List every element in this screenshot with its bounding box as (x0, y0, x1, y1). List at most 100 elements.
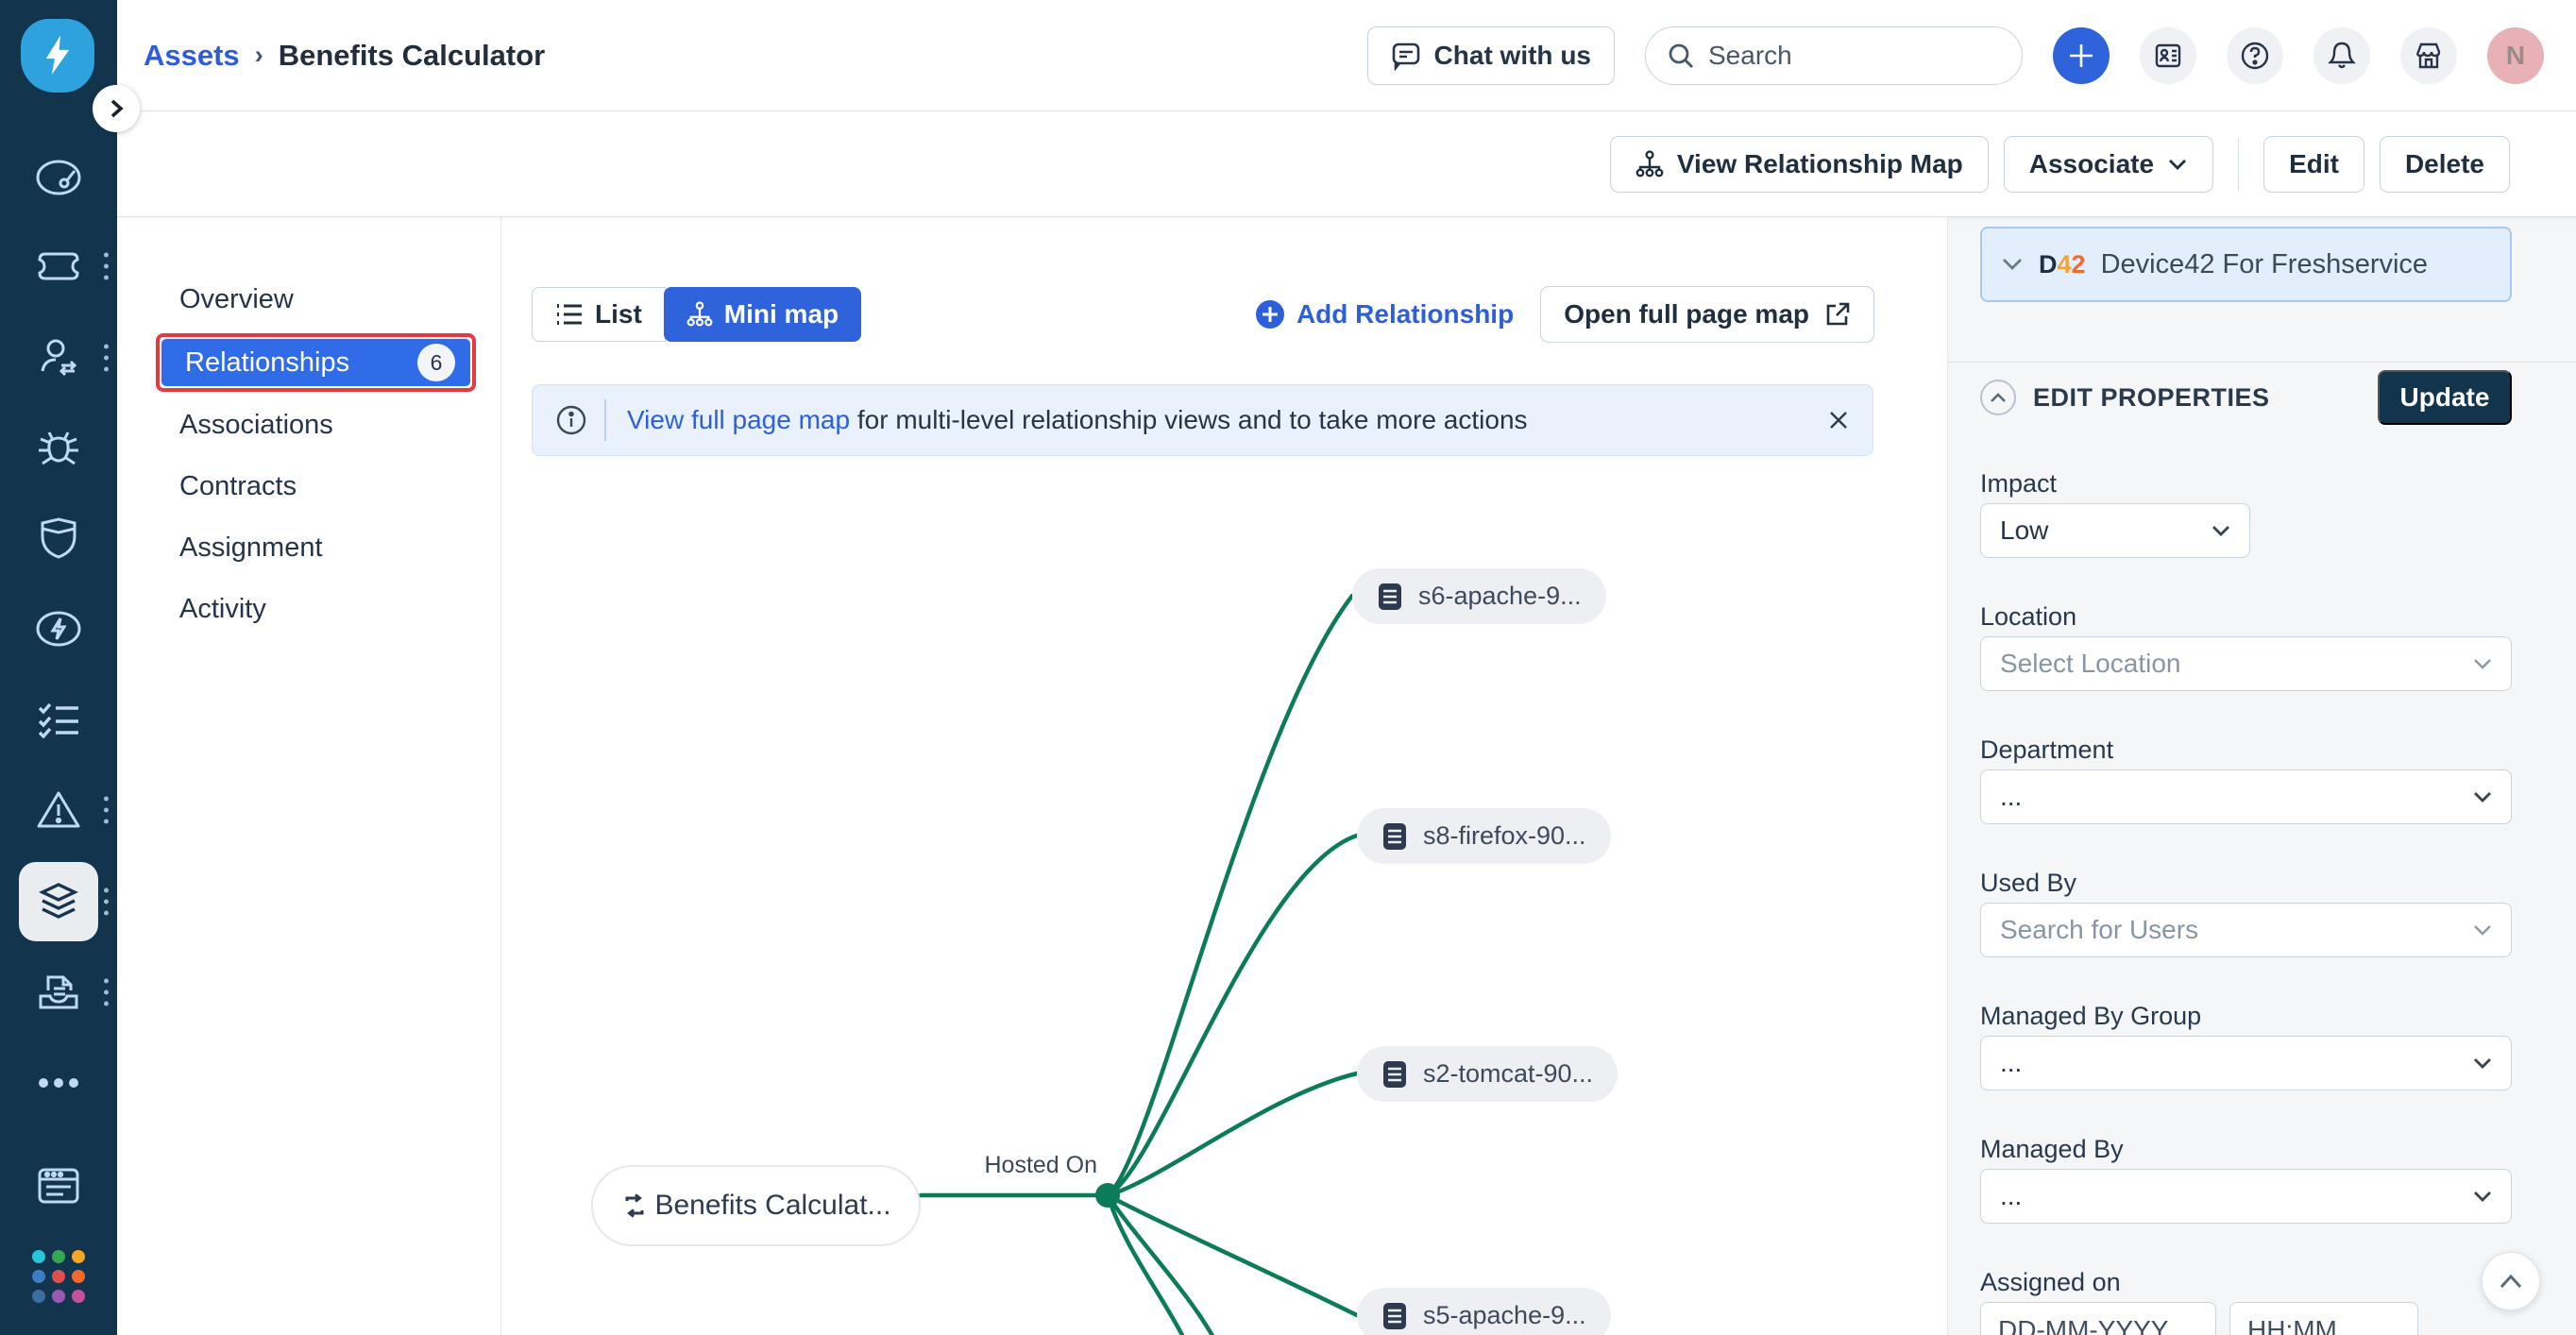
location-select[interactable]: Select Location (1980, 636, 2512, 691)
chat-with-us-button[interactable]: Chat with us (1367, 26, 1615, 85)
breadcrumb-chevron-icon: › (255, 41, 263, 70)
update-button[interactable]: Update (2378, 370, 2512, 425)
toolbar-divider (2238, 138, 2239, 191)
relationships-count-badge: 6 (417, 344, 455, 381)
chevron-down-icon (2473, 1191, 2492, 1203)
assigned-date-input[interactable] (1980, 1302, 2216, 1335)
asset-action-toolbar: View Relationship Map Associate Edit Del… (117, 111, 2576, 217)
scroll-to-top-button[interactable] (2482, 1252, 2540, 1310)
sidebar-expand-button[interactable] (93, 85, 140, 132)
assets-icon-active[interactable] (0, 858, 117, 945)
freshworks-switcher-button[interactable] (2140, 27, 2196, 84)
admin-icon[interactable] (0, 1142, 117, 1229)
solutions-kebab-icon[interactable] (104, 979, 109, 1006)
server-icon (1381, 1059, 1408, 1090)
server-icon (1381, 1301, 1408, 1331)
freshworks-logo-icon[interactable] (21, 19, 94, 93)
requesters-icon[interactable] (0, 314, 117, 401)
asset-node-s6-apache[interactable]: s6-apache-9... (1352, 568, 1606, 624)
assets-kebab-icon[interactable] (104, 888, 109, 916)
managed-by-select[interactable]: ... (1980, 1169, 2512, 1224)
server-icon (1377, 582, 1403, 612)
properties-panel: D42 Device42 For Freshservice EDIT PROPE… (1947, 217, 2576, 1335)
asset-node-s8-firefox[interactable]: s8-firefox-90... (1357, 808, 1611, 864)
global-search[interactable] (1645, 26, 2023, 85)
asset-node-s2-tomcat[interactable]: s2-tomcat-90... (1357, 1046, 1618, 1102)
requesters-kebab-icon[interactable] (104, 345, 109, 372)
asset-node-s5-apache[interactable]: s5-apache-9... (1357, 1288, 1611, 1335)
search-icon (1667, 42, 1695, 70)
assigned-time-input[interactable] (2229, 1302, 2418, 1335)
department-select[interactable]: ... (1980, 769, 2512, 824)
plus-icon (2067, 42, 2095, 70)
chevron-up-icon (2499, 1274, 2523, 1289)
storefront-icon (2414, 41, 2444, 71)
problems-kebab-icon[interactable] (104, 797, 109, 824)
managed-by-group-label: Managed By Group (1980, 1002, 2512, 1030)
location-label: Location (1980, 602, 2512, 631)
chevron-down-icon (2212, 525, 2230, 537)
assets-layers-icon (19, 862, 98, 941)
chevron-down-icon (2473, 924, 2492, 937)
panel-divider (1948, 362, 2576, 363)
nav-item-overview[interactable]: Overview (117, 269, 500, 330)
nav-item-activity[interactable]: Activity (117, 579, 500, 640)
edge-hub-dot (1095, 1183, 1120, 1208)
search-input[interactable] (1708, 41, 1973, 71)
nav-item-associations[interactable]: Associations (117, 395, 500, 456)
collapse-section-button[interactable] (1980, 380, 2016, 415)
app-switcher-icon[interactable] (0, 1233, 117, 1320)
chat-icon (1391, 41, 1421, 71)
chevron-right-icon (107, 97, 126, 120)
delete-button[interactable]: Delete (2380, 136, 2510, 193)
department-label: Department (1980, 735, 2512, 764)
annotation-highlight-box: Relationships 6 (156, 333, 476, 392)
freshservice-app: Assets › Benefits Calculator Chat with u… (0, 0, 2576, 1335)
app-sidebar (0, 0, 117, 1335)
tickets-kebab-icon[interactable] (104, 253, 109, 280)
used-by-select[interactable]: Search for Users (1980, 903, 2512, 957)
problems-icon[interactable] (0, 767, 117, 853)
impact-select[interactable]: Low (1980, 503, 2250, 558)
sitemap-icon (1635, 149, 1664, 179)
chevron-down-icon (2167, 158, 2188, 171)
more-items-icon[interactable] (0, 1039, 117, 1126)
impact-label: Impact (1980, 469, 2512, 498)
device42-logo: D42 (2039, 250, 2086, 279)
assigned-on-label: Assigned on (1980, 1268, 2512, 1296)
managed-by-group-select[interactable]: ... (1980, 1036, 2512, 1090)
quick-create-button[interactable] (2053, 27, 2110, 84)
checklist-icon[interactable] (0, 676, 117, 763)
shield-icon[interactable] (0, 496, 117, 583)
top-header: Assets › Benefits Calculator Chat with u… (117, 0, 2576, 111)
solutions-icon[interactable] (0, 949, 117, 1036)
breadcrumb-assets-link[interactable]: Assets (144, 39, 240, 73)
bug-icon[interactable] (0, 405, 117, 492)
tickets-icon[interactable] (0, 223, 117, 310)
nav-item-relationships[interactable]: Relationships 6 (161, 339, 470, 386)
used-by-label: Used By (1980, 869, 2512, 897)
associate-button[interactable]: Associate (2004, 136, 2213, 193)
dashboard-icon[interactable] (0, 134, 117, 221)
chevron-down-icon (2473, 1057, 2492, 1070)
nav-item-contracts[interactable]: Contracts (117, 456, 500, 517)
managed-by-label: Managed By (1980, 1135, 2512, 1163)
page-title: Benefits Calculator (279, 39, 546, 73)
help-button[interactable] (2227, 27, 2283, 84)
chevron-down-icon (2473, 658, 2492, 670)
question-icon (2239, 40, 2271, 72)
nav-item-assignment[interactable]: Assignment (117, 517, 500, 579)
major-incident-icon[interactable] (0, 585, 117, 672)
edit-button[interactable]: Edit (2263, 136, 2364, 193)
view-relationship-map-button[interactable]: View Relationship Map (1610, 136, 1989, 193)
chevron-up-icon (1990, 392, 2007, 403)
edge-label-hosted-on: Hosted On (946, 1152, 1097, 1179)
contact-card-icon (2153, 41, 2183, 71)
breadcrumb: Assets › Benefits Calculator (144, 39, 545, 73)
notifications-button[interactable] (2313, 27, 2370, 84)
server-icon (1381, 821, 1408, 852)
user-avatar[interactable]: N (2487, 27, 2544, 84)
marketplace-button[interactable] (2400, 27, 2457, 84)
asset-node-benefits-calculator[interactable]: Benefits Calculat... (591, 1165, 921, 1246)
device42-card[interactable]: D42 Device42 For Freshservice (1980, 227, 2512, 302)
